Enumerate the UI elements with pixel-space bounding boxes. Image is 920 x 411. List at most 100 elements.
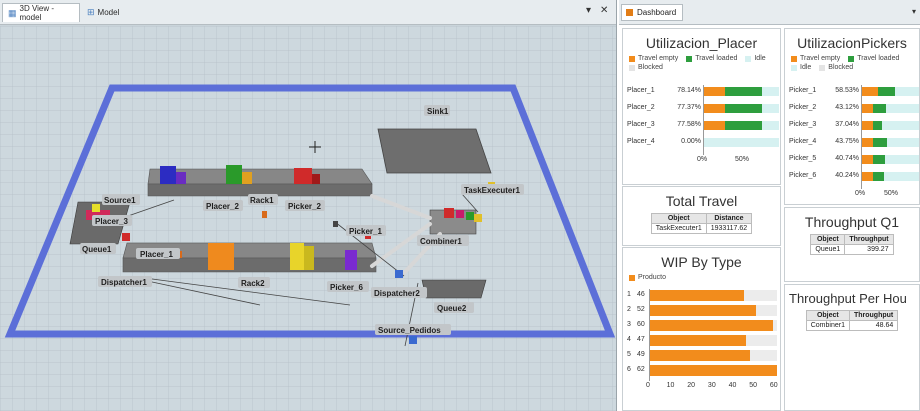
row-name: Placer_1 <box>627 87 655 94</box>
label-source1[interactable]: Source1 <box>104 196 136 205</box>
axis-tick-label: 0 <box>646 382 650 389</box>
label-task-executer1[interactable]: TaskExecuter1 <box>464 186 520 195</box>
label-combiner1[interactable]: Combiner1 <box>420 237 462 246</box>
table-cell-object: Combiner1 <box>805 320 850 331</box>
pin-dropdown-icon[interactable]: ▾ <box>586 5 591 16</box>
wip-bar <box>649 320 773 331</box>
table-cell-throughput: 399.27 <box>844 244 894 255</box>
queue2-floor[interactable] <box>421 279 487 299</box>
legend-blocked: Blocked <box>819 64 853 71</box>
axis-line <box>649 289 650 381</box>
travel-empty-bar <box>861 121 873 130</box>
label-sink1[interactable]: Sink1 <box>427 107 449 116</box>
throughput-q1-widget[interactable]: Throughput Q1 Object Throughput Queue1 3… <box>784 207 920 282</box>
wip-legend: Producto <box>623 274 780 281</box>
row-name: Picker_6 <box>789 172 817 179</box>
table-row: TaskExecuter1 1933117.62 <box>650 223 753 234</box>
close-icon[interactable]: ✕ <box>600 5 608 16</box>
utilization-row: Picker_4 43.75% <box>789 136 919 148</box>
throughput-q1-table: Object Throughput Queue1 399.27 <box>810 234 894 255</box>
axis-tick-label: 20 <box>687 382 696 389</box>
combiner1-machine[interactable] <box>429 208 482 235</box>
utilization-row: Picker_6 40.24% <box>789 170 919 182</box>
label-queue1[interactable]: Queue1 <box>82 245 112 254</box>
label-dispatcher1[interactable]: Dispatcher1 <box>101 278 147 287</box>
table-header-object: Object <box>650 213 707 224</box>
legend-travel-loaded: Travel loaded <box>686 55 737 62</box>
wip-track <box>649 335 777 346</box>
row-name: Picker_3 <box>789 121 817 128</box>
legend-label-idle: Idle <box>754 55 766 62</box>
wip-row-index: 1 <box>627 291 631 298</box>
wip-bar <box>649 350 751 361</box>
legend-label-travel-empty: Travel empty <box>800 55 841 62</box>
travel-empty-bar <box>703 87 726 96</box>
axis-tick-label: 50% <box>735 156 750 163</box>
label-picker-1[interactable]: Picker_1 <box>349 227 382 236</box>
label-picker-6[interactable]: Picker_6 <box>330 283 363 292</box>
legend-swatch-idle <box>745 55 752 62</box>
row-track <box>703 104 779 113</box>
util-pickers-title: UtilizacionPickers <box>797 35 907 51</box>
legend-travel-empty: Travel empty <box>791 55 840 62</box>
axis-tick-label: 50 <box>749 382 758 389</box>
legend-idle: Idle <box>745 55 766 62</box>
table-cell-throughput: 48.64 <box>848 320 899 331</box>
row-name: Picker_2 <box>789 104 817 111</box>
label-source-pedidos[interactable]: Source_Pedidos <box>378 326 441 335</box>
label-placer-1[interactable]: Placer_1 <box>140 250 173 259</box>
legend-swatch-producto <box>629 274 635 281</box>
throughput-per-hour-widget[interactable]: Throughput Per Hou Object Throughput Com… <box>784 284 920 411</box>
util-pickers-widget[interactable]: UtilizacionPickers Travel empty Travel l… <box>784 28 920 205</box>
table-header-row: Object Throughput <box>810 234 894 245</box>
cube-icon: ▦ <box>8 7 17 18</box>
table-header-row: Object Throughput <box>805 310 899 321</box>
row-name: Placer_2 <box>627 104 655 111</box>
legend-label-producto: Producto <box>638 274 667 281</box>
rack1-shelf[interactable] <box>147 165 373 197</box>
model-tree-icon: ⊞ <box>87 7 95 17</box>
throughput-per-hour-title: Throughput Per Hou <box>789 291 907 306</box>
tab-dashboard[interactable]: Dashboard <box>621 4 684 21</box>
label-rack1[interactable]: Rack1 <box>250 196 274 205</box>
row-name: Placer_4 <box>627 138 655 145</box>
total-travel-widget[interactable]: Total Travel Object Distance TaskExecute… <box>622 186 781 246</box>
util-placer-widget[interactable]: Utilizacion_Placer Travel empty Travel l… <box>622 28 781 185</box>
3d-viewport[interactable]: Sink1 TaskExecuter1 Source1 Placer_3 Pla… <box>0 26 616 411</box>
label-placer-2[interactable]: Placer_2 <box>206 202 239 211</box>
axis-line <box>703 85 704 155</box>
wip-by-type-widget[interactable]: WIP By Type Producto 1 46 2 52 3 60 4 47 5 49 6 62 0… <box>622 247 781 411</box>
source-pedidos-box[interactable] <box>409 336 417 344</box>
app-window: ▦ 3D View - model ⊞ Model ▾ ✕ Sink1 Task… <box>0 0 920 411</box>
axis-tick-label: 40 <box>728 382 737 389</box>
label-queue2[interactable]: Queue2 <box>437 304 467 313</box>
travel-empty-bar <box>703 104 726 113</box>
row-name: Picker_4 <box>789 138 817 145</box>
label-placer-3[interactable]: Placer_3 <box>95 217 128 226</box>
sink1-floor[interactable] <box>377 128 492 174</box>
legend-producto: Producto <box>629 274 666 281</box>
util-placer-title: Utilizacion_Placer <box>645 35 758 51</box>
label-dispatcher2[interactable]: Dispatcher2 <box>374 289 420 298</box>
travel-empty-bar <box>861 172 873 181</box>
row-track <box>861 138 919 147</box>
row-percent: 43.12% <box>835 104 859 111</box>
wip-row-value: 49 <box>637 351 645 358</box>
wip-row-index: 6 <box>627 366 631 373</box>
label-picker-2[interactable]: Picker_2 <box>288 202 321 211</box>
table-cell-object: Queue1 <box>810 244 846 255</box>
scene-svg: Sink1 TaskExecuter1 Source1 Placer_3 Pla… <box>0 26 616 411</box>
row-track <box>703 121 779 130</box>
wip-row-value: 52 <box>637 306 645 313</box>
travel-loaded-bar <box>878 87 896 96</box>
row-percent: 77.37% <box>677 104 701 111</box>
util-pickers-bars: Picker_1 58.53% Picker_2 43.12% Picker_3 37.0… <box>789 85 919 204</box>
axis-line <box>861 85 862 189</box>
row-track <box>861 121 919 130</box>
wip-row-value: 46 <box>637 291 645 298</box>
tab-model[interactable]: ⊞ Model <box>82 3 130 22</box>
tab-3d-view[interactable]: ▦ 3D View - model <box>2 3 80 22</box>
wip-track <box>649 290 777 301</box>
dashboard-menu-icon[interactable]: ▾ <box>912 7 916 16</box>
label-rack2[interactable]: Rack2 <box>241 279 265 288</box>
